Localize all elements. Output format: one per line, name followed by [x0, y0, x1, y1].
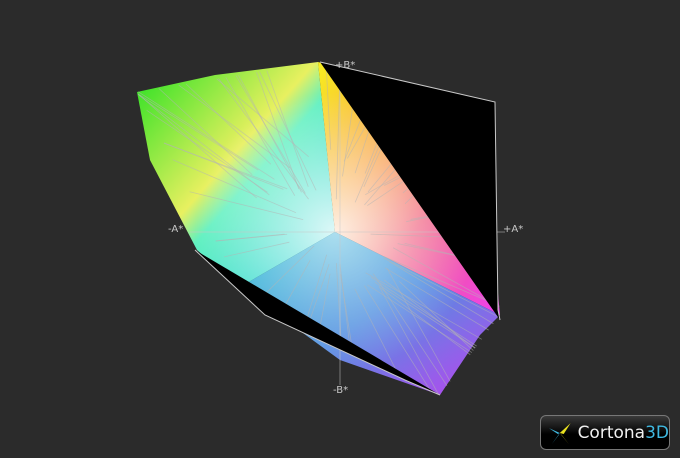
gamut-viewer[interactable]: +B* -B* +A* -A* Cortona3D — [0, 0, 680, 458]
axis-plus-a-label: +A* — [503, 224, 524, 235]
axis-minus-b-label: -B* — [333, 385, 349, 396]
axis-minus-a-label: -A* — [168, 224, 184, 235]
cortona3d-logo[interactable]: Cortona3D — [540, 415, 670, 450]
axis-plus-b-label: +B* — [335, 60, 356, 71]
cortona-star-icon — [548, 422, 571, 444]
logo-text: Cortona3D — [577, 422, 669, 443]
